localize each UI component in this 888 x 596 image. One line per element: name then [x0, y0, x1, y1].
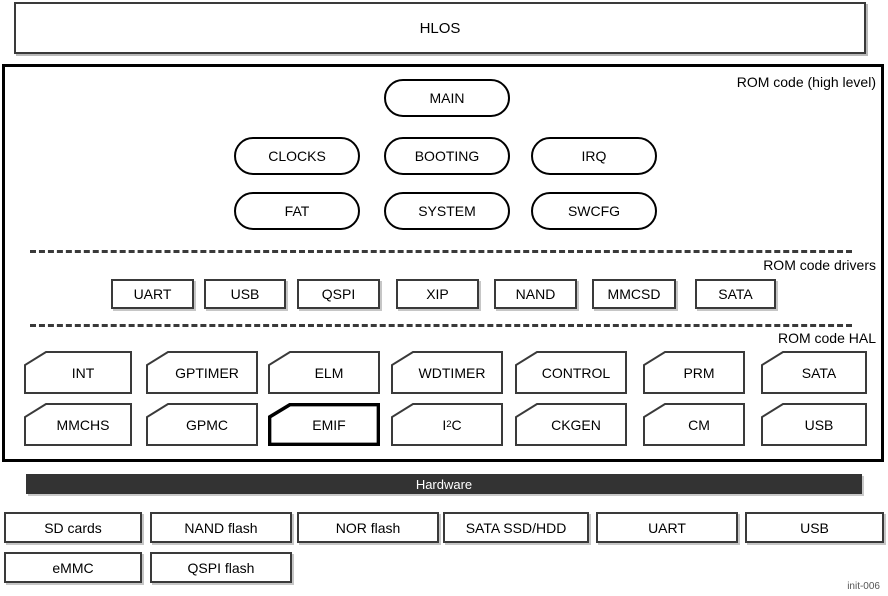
rom-module-label: SWCFG [567, 203, 621, 219]
rom-driver-qspi: QSPI [297, 279, 380, 309]
rom-module-label: CLOCKS [268, 148, 326, 164]
rom-hal-label: CM [688, 416, 710, 433]
hardware-device-nor-flash: NOR flash [297, 512, 439, 543]
rom-code-high-level-caption: ROM code (high level) [736, 74, 876, 90]
hardware-bar: Hardware [26, 474, 862, 494]
hardware-bar-label: Hardware [415, 476, 473, 492]
rom-hal-wdtimer: WDTIMER [391, 351, 503, 394]
rom-driver-label: USB [230, 286, 260, 302]
rom-module-clocks: CLOCKS [234, 137, 360, 175]
rom-module-fat: FAT [234, 192, 360, 230]
rom-driver-label: MMCSD [607, 286, 661, 302]
hardware-device-label: USB [800, 519, 829, 536]
rom-code-drivers-caption: ROM code drivers [763, 257, 876, 273]
rom-hal-elm: ELM [268, 351, 380, 394]
rom-hal-gpmc: GPMC [146, 403, 258, 446]
rom-module-booting: BOOTING [384, 137, 510, 175]
rom-driver-label: NAND [515, 286, 556, 302]
rom-module-label: IRQ [581, 148, 607, 164]
rom-hal-label: USB [804, 416, 834, 433]
rom-hal-emif: EMIF [268, 403, 380, 446]
figure-caption: init-006 [847, 581, 880, 592]
hardware-device-sd-cards: SD cards [4, 512, 142, 543]
rom-hal-label: CONTROL [541, 364, 611, 381]
hardware-device-label: SD cards [44, 519, 102, 536]
rom-module-system: SYSTEM [384, 192, 510, 230]
rom-hal-sata: SATA [761, 351, 867, 394]
hardware-device-label: QSPI flash [187, 559, 255, 576]
rom-hal-label: ELM [314, 364, 344, 381]
rom-driver-mmcsd: MMCSD [592, 279, 676, 309]
divider-hal-top [30, 324, 852, 327]
rom-hal-label: INT [71, 364, 95, 381]
rom-driver-sata: SATA [695, 279, 776, 309]
rom-hal-int: INT [24, 351, 132, 394]
hlos-label: HLOS [419, 19, 461, 37]
rom-hal-label: WDTIMER [418, 364, 486, 381]
rom-module-label: FAT [284, 203, 310, 219]
rom-module-label: SYSTEM [418, 203, 476, 219]
rom-driver-uart: UART [111, 279, 194, 309]
rom-hal-label: GPTIMER [175, 364, 239, 381]
rom-hal-label: GPMC [186, 416, 228, 433]
rom-hal-label: CKGEN [551, 416, 601, 433]
hardware-device-label: NAND flash [184, 519, 258, 536]
rom-hal-ckgen: CKGEN [515, 403, 627, 446]
rom-hal-mmchs: MMCHS [24, 403, 132, 446]
hardware-device-label: UART [648, 519, 686, 536]
hlos-box: HLOS [14, 2, 866, 54]
rom-module-label: BOOTING [414, 148, 480, 164]
hardware-device-uart: UART [596, 512, 738, 543]
rom-hal-usb: USB [761, 403, 867, 446]
rom-module-irq: IRQ [531, 137, 657, 175]
hardware-device-qspi-flash: QSPI flash [150, 552, 292, 583]
rom-driver-label: UART [133, 286, 172, 302]
rom-module-main: MAIN [384, 79, 510, 117]
rom-driver-usb: USB [204, 279, 286, 309]
rom-module-label: MAIN [429, 90, 465, 106]
rom-driver-label: QSPI [321, 286, 356, 302]
hardware-device-label: NOR flash [335, 519, 401, 536]
hardware-device-label: SATA SSD/HDD [465, 519, 567, 536]
rom-hal-gptimer: GPTIMER [146, 351, 258, 394]
hardware-device-usb: USB [745, 512, 884, 543]
hardware-device-nand-flash: NAND flash [150, 512, 292, 543]
rom-hal-label: PRM [683, 364, 715, 381]
rom-code-hal-caption: ROM code HAL [777, 330, 876, 346]
hardware-device-emmc: eMMC [4, 552, 142, 583]
rom-hal-control: CONTROL [515, 351, 627, 394]
rom-hal-cm: CM [643, 403, 745, 446]
rom-hal-label: EMIF [312, 416, 346, 433]
divider-drivers-top [30, 250, 852, 253]
rom-hal-prm: PRM [643, 351, 745, 394]
rom-driver-label: SATA [718, 286, 753, 302]
rom-driver-xip: XIP [396, 279, 479, 309]
hardware-device-sata-ssd-hdd: SATA SSD/HDD [443, 512, 589, 543]
rom-hal-i2c: I2C [391, 403, 503, 446]
rom-driver-label: XIP [426, 286, 449, 302]
rom-driver-nand: NAND [494, 279, 577, 309]
rom-hal-label: I2C [442, 416, 462, 433]
rom-hal-label: MMCHS [56, 416, 110, 433]
hardware-device-label: eMMC [52, 559, 94, 576]
rom-module-swcfg: SWCFG [531, 192, 657, 230]
rom-hal-label: SATA [801, 364, 837, 381]
